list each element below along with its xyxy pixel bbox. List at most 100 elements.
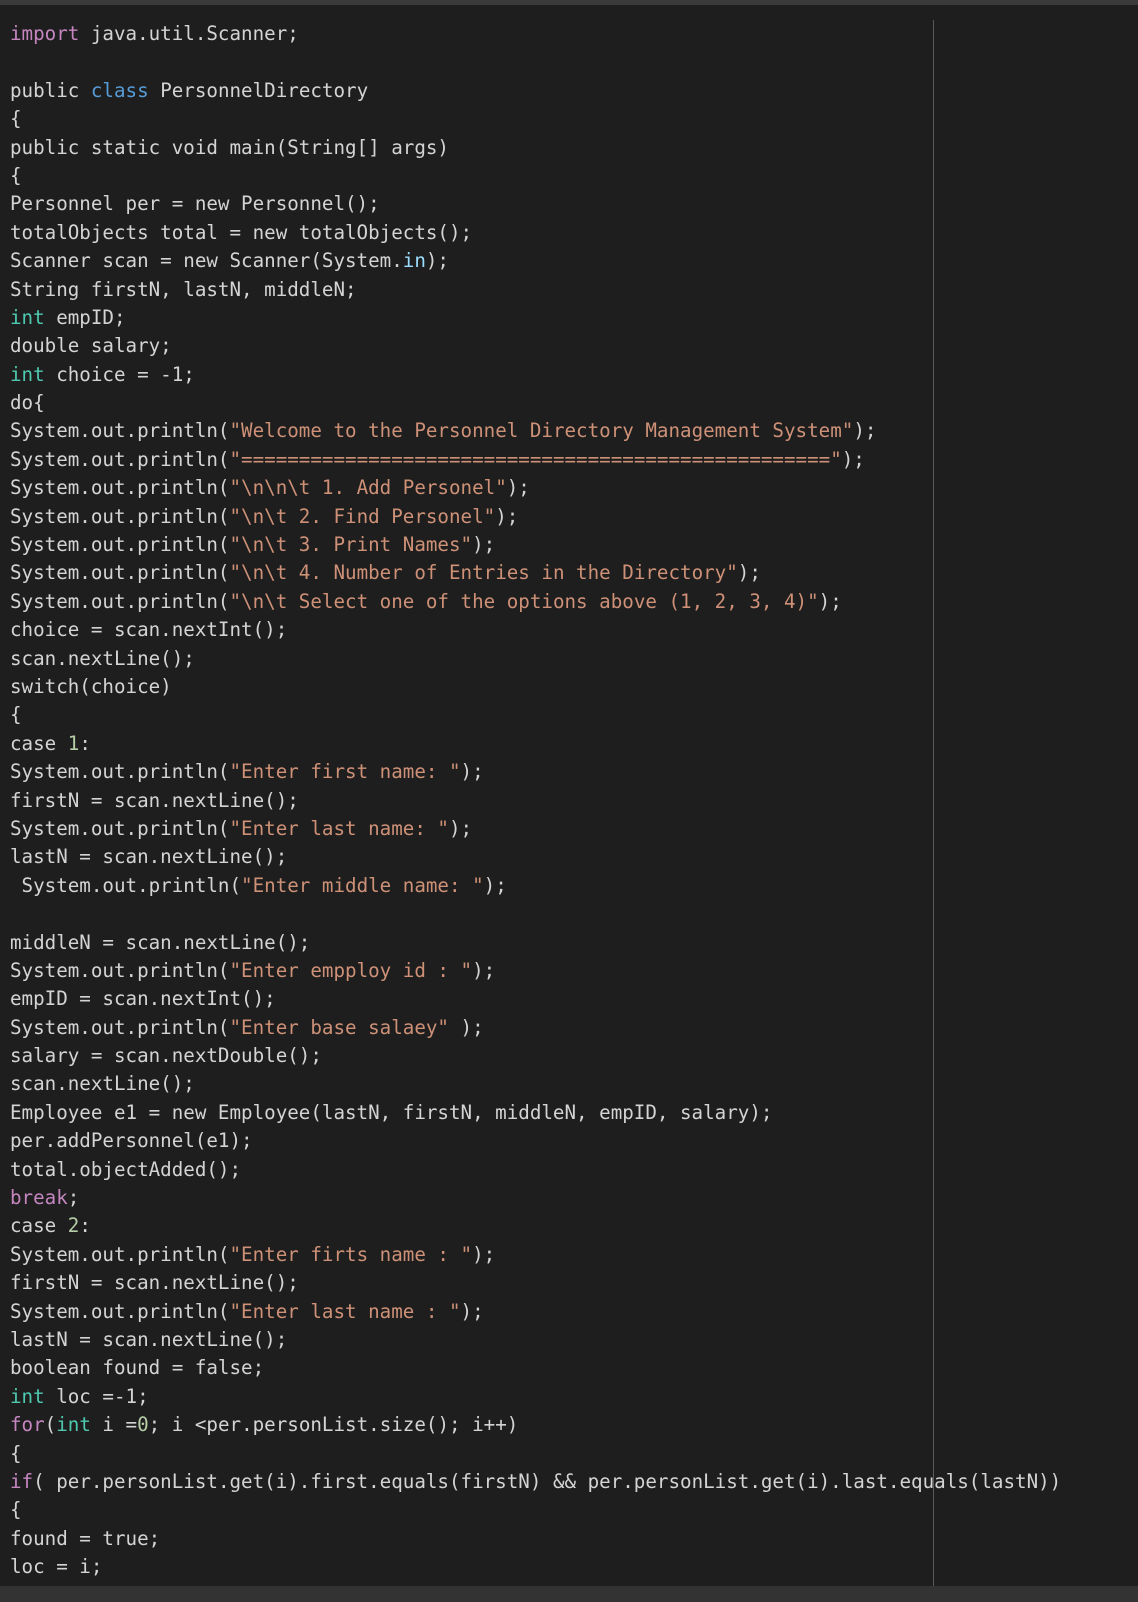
- code-line[interactable]: break;: [10, 1184, 1130, 1212]
- code-line[interactable]: System.out.println("Enter base salaey" )…: [10, 1014, 1130, 1042]
- code-line[interactable]: System.out.println("====================…: [10, 446, 1130, 474]
- code-line[interactable]: if( per.personList.get(i).first.equals(f…: [10, 1468, 1130, 1496]
- code-token: {: [10, 1498, 22, 1522]
- code-line[interactable]: Scanner scan = new Scanner(System.in);: [10, 247, 1130, 275]
- code-token: System.out.println(: [10, 561, 230, 585]
- code-line[interactable]: import java.util.Scanner;: [10, 20, 1130, 48]
- code-line[interactable]: choice = scan.nextInt();: [10, 616, 1130, 644]
- code-token: System.out.println(: [10, 476, 230, 500]
- code-token: "Enter firts name : ": [229, 1242, 473, 1266]
- code-line[interactable]: scan.nextLine();: [10, 645, 1130, 673]
- code-token: );: [472, 1242, 496, 1266]
- code-token: int: [10, 362, 45, 386]
- code-line[interactable]: boolean found = false;: [10, 1354, 1130, 1382]
- code-line[interactable]: System.out.println("Enter middle name: "…: [10, 872, 1130, 900]
- code-token: in: [402, 249, 426, 273]
- code-line[interactable]: int loc =-1;: [10, 1383, 1130, 1411]
- code-token: );: [841, 447, 865, 471]
- code-token: firstN = scan.nextLine();: [10, 1271, 299, 1295]
- code-line[interactable]: lastN = scan.nextLine();: [10, 1326, 1130, 1354]
- code-token: case: [10, 731, 68, 755]
- code-token: );: [425, 249, 449, 273]
- code-token: loc = i;: [10, 1555, 103, 1579]
- code-token: ; i <per.personList.size(); i++): [148, 1413, 519, 1437]
- code-line[interactable]: System.out.println("\n\n\t 1. Add Person…: [10, 474, 1130, 502]
- code-token: "Enter empploy id : ": [229, 958, 473, 982]
- code-token: empID;: [44, 305, 126, 329]
- code-line[interactable]: {: [10, 105, 1130, 133]
- code-line[interactable]: System.out.println("\n\t 3. Print Names"…: [10, 531, 1130, 559]
- code-line[interactable]: [10, 900, 1130, 928]
- code-token: for: [10, 1413, 45, 1437]
- code-token: {: [10, 1441, 22, 1465]
- code-line[interactable]: for(int i =0; i <per.personList.size(); …: [10, 1411, 1130, 1439]
- code-line[interactable]: public static void main(String[] args): [10, 134, 1130, 162]
- code-token: "\n\t 2. Find Personel": [229, 504, 496, 528]
- code-line[interactable]: {: [10, 1496, 1130, 1524]
- code-token: class: [90, 78, 149, 102]
- code-line[interactable]: System.out.println("\n\t Select one of t…: [10, 588, 1130, 616]
- code-line[interactable]: {: [10, 1440, 1130, 1468]
- code-line[interactable]: totalObjects total = new totalObjects();: [10, 219, 1130, 247]
- code-token: );: [483, 873, 507, 897]
- code-token: "\n\n\t 1. Add Personel": [229, 476, 507, 500]
- code-token: :: [79, 1214, 91, 1238]
- code-line[interactable]: Employee e1 = new Employee(lastN, firstN…: [10, 1099, 1130, 1127]
- code-token: choice = -1;: [44, 362, 195, 386]
- code-line[interactable]: switch(choice): [10, 673, 1130, 701]
- code-line[interactable]: case 2:: [10, 1212, 1130, 1240]
- code-line[interactable]: System.out.println("\n\t 4. Number of En…: [10, 559, 1130, 587]
- code-line[interactable]: public class PersonnelDirectory: [10, 77, 1130, 105]
- code-token: double salary;: [10, 334, 172, 358]
- code-token: "=======================================…: [229, 447, 842, 471]
- code-token: firstN = scan.nextLine();: [10, 788, 299, 812]
- code-editor[interactable]: import java.util.Scanner; public class P…: [10, 20, 1130, 1581]
- code-token: public: [10, 78, 91, 102]
- code-line[interactable]: System.out.println("Enter last name : ")…: [10, 1298, 1130, 1326]
- code-token: import: [10, 22, 80, 45]
- code-line[interactable]: {: [10, 162, 1130, 190]
- code-line[interactable]: System.out.println("Enter firts name : "…: [10, 1241, 1130, 1269]
- code-line[interactable]: do{: [10, 389, 1130, 417]
- code-line[interactable]: loc = i;: [10, 1553, 1130, 1581]
- code-line[interactable]: firstN = scan.nextLine();: [10, 1269, 1130, 1297]
- code-line[interactable]: System.out.println("Enter last name: ");: [10, 815, 1130, 843]
- code-token: empID = scan.nextInt();: [10, 987, 276, 1011]
- code-token: 0: [137, 1413, 149, 1437]
- code-line[interactable]: total.objectAdded();: [10, 1156, 1130, 1184]
- code-line[interactable]: empID = scan.nextInt();: [10, 985, 1130, 1013]
- code-token: ( per.personList.get(i).first.equals(fir…: [33, 1469, 1062, 1493]
- code-line[interactable]: System.out.println("Enter empploy id : "…: [10, 957, 1130, 985]
- horizontal-scrollbar[interactable]: [0, 1586, 1138, 1602]
- code-line[interactable]: System.out.println("\n\t 2. Find Persone…: [10, 503, 1130, 531]
- code-line[interactable]: Personnel per = new Personnel();: [10, 190, 1130, 218]
- code-token: PersonnelDirectory: [148, 78, 369, 102]
- code-token: );: [449, 816, 473, 840]
- code-token: "Enter middle name: ": [241, 873, 484, 897]
- code-token: System.out.println(: [10, 873, 242, 897]
- code-line[interactable]: scan.nextLine();: [10, 1070, 1130, 1098]
- code-token: :: [79, 731, 91, 755]
- code-token: boolean found = false;: [10, 1356, 265, 1380]
- code-token: salary = scan.nextDouble();: [10, 1044, 322, 1068]
- code-line[interactable]: lastN = scan.nextLine();: [10, 843, 1130, 871]
- code-token: "\n\t Select one of the options above (1…: [229, 589, 819, 613]
- editor-top-border: [0, 0, 1138, 5]
- code-line[interactable]: System.out.println("Enter first name: ")…: [10, 758, 1130, 786]
- code-line[interactable]: {: [10, 701, 1130, 729]
- code-line[interactable]: firstN = scan.nextLine();: [10, 787, 1130, 815]
- code-line[interactable]: per.addPersonnel(e1);: [10, 1127, 1130, 1155]
- code-token: {: [10, 703, 22, 727]
- code-line[interactable]: int empID;: [10, 304, 1130, 332]
- code-line[interactable]: middleN = scan.nextLine();: [10, 929, 1130, 957]
- code-line[interactable]: found = true;: [10, 1525, 1130, 1553]
- code-line[interactable]: double salary;: [10, 332, 1130, 360]
- code-line[interactable]: int choice = -1;: [10, 361, 1130, 389]
- code-line[interactable]: String firstN, lastN, middleN;: [10, 276, 1130, 304]
- code-line[interactable]: [10, 48, 1130, 76]
- code-line[interactable]: System.out.println("Welcome to the Perso…: [10, 417, 1130, 445]
- code-line[interactable]: salary = scan.nextDouble();: [10, 1042, 1130, 1070]
- code-token: System.out.println(: [10, 419, 230, 443]
- code-token: );: [449, 1015, 484, 1039]
- code-line[interactable]: case 1:: [10, 730, 1130, 758]
